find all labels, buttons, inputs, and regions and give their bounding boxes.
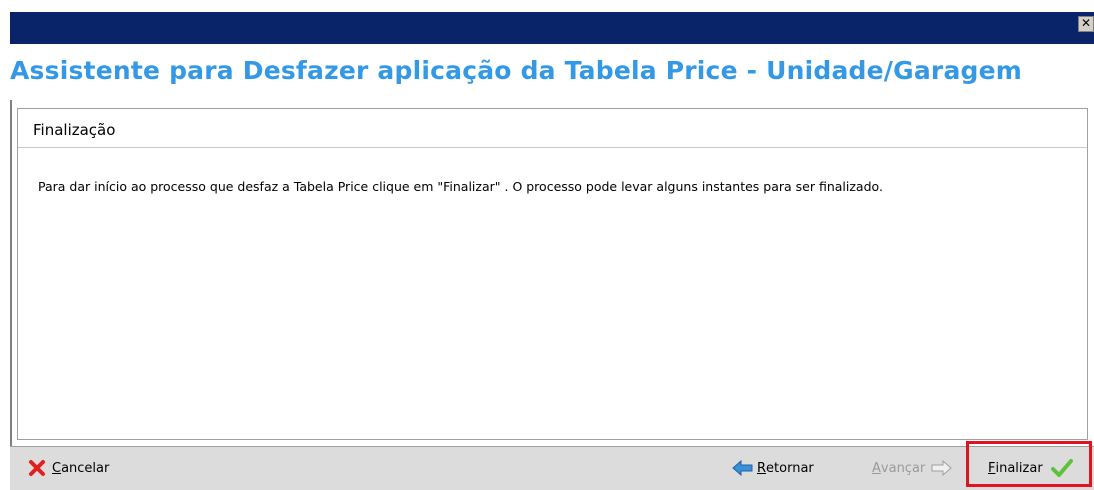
close-icon: ✕ [1080, 16, 1092, 30]
panel-title: Finalização [33, 121, 116, 139]
back-button[interactable]: Retornar [732, 457, 814, 479]
panel-divider [18, 147, 1087, 148]
right-arrow-outline-icon [931, 459, 953, 477]
cancel-label: ancelar [61, 460, 110, 476]
cancel-label-accel: C [52, 460, 62, 476]
wizard-title: Assistente para Desfazer aplicação da Ta… [10, 56, 1023, 85]
panel-message: Para dar início ao processo que desfaz a… [38, 179, 883, 194]
cancel-button[interactable]: Cancelar [28, 457, 109, 479]
next-label: vançar [880, 460, 926, 476]
next-button[interactable]: Avançar [872, 457, 953, 479]
finish-highlight-box [966, 441, 1092, 487]
close-button[interactable]: ✕ [1078, 16, 1094, 32]
blue-left-arrow-icon [732, 459, 753, 477]
window-titlebar [10, 12, 1094, 44]
wizard-header: Assistente para Desfazer aplicação da Ta… [10, 44, 1094, 100]
next-label-accel: A [872, 460, 881, 476]
red-x-icon [29, 460, 45, 476]
back-label-accel: R [757, 460, 767, 476]
wizard-footer: Cancelar Retornar Avançar Finalizar [10, 446, 1094, 490]
wizard-window: ✕ Assistente para Desfazer aplicação da … [0, 0, 1094, 490]
content-panel: Finalização Para dar início ao processo … [17, 108, 1088, 440]
back-label: etornar [766, 460, 814, 476]
